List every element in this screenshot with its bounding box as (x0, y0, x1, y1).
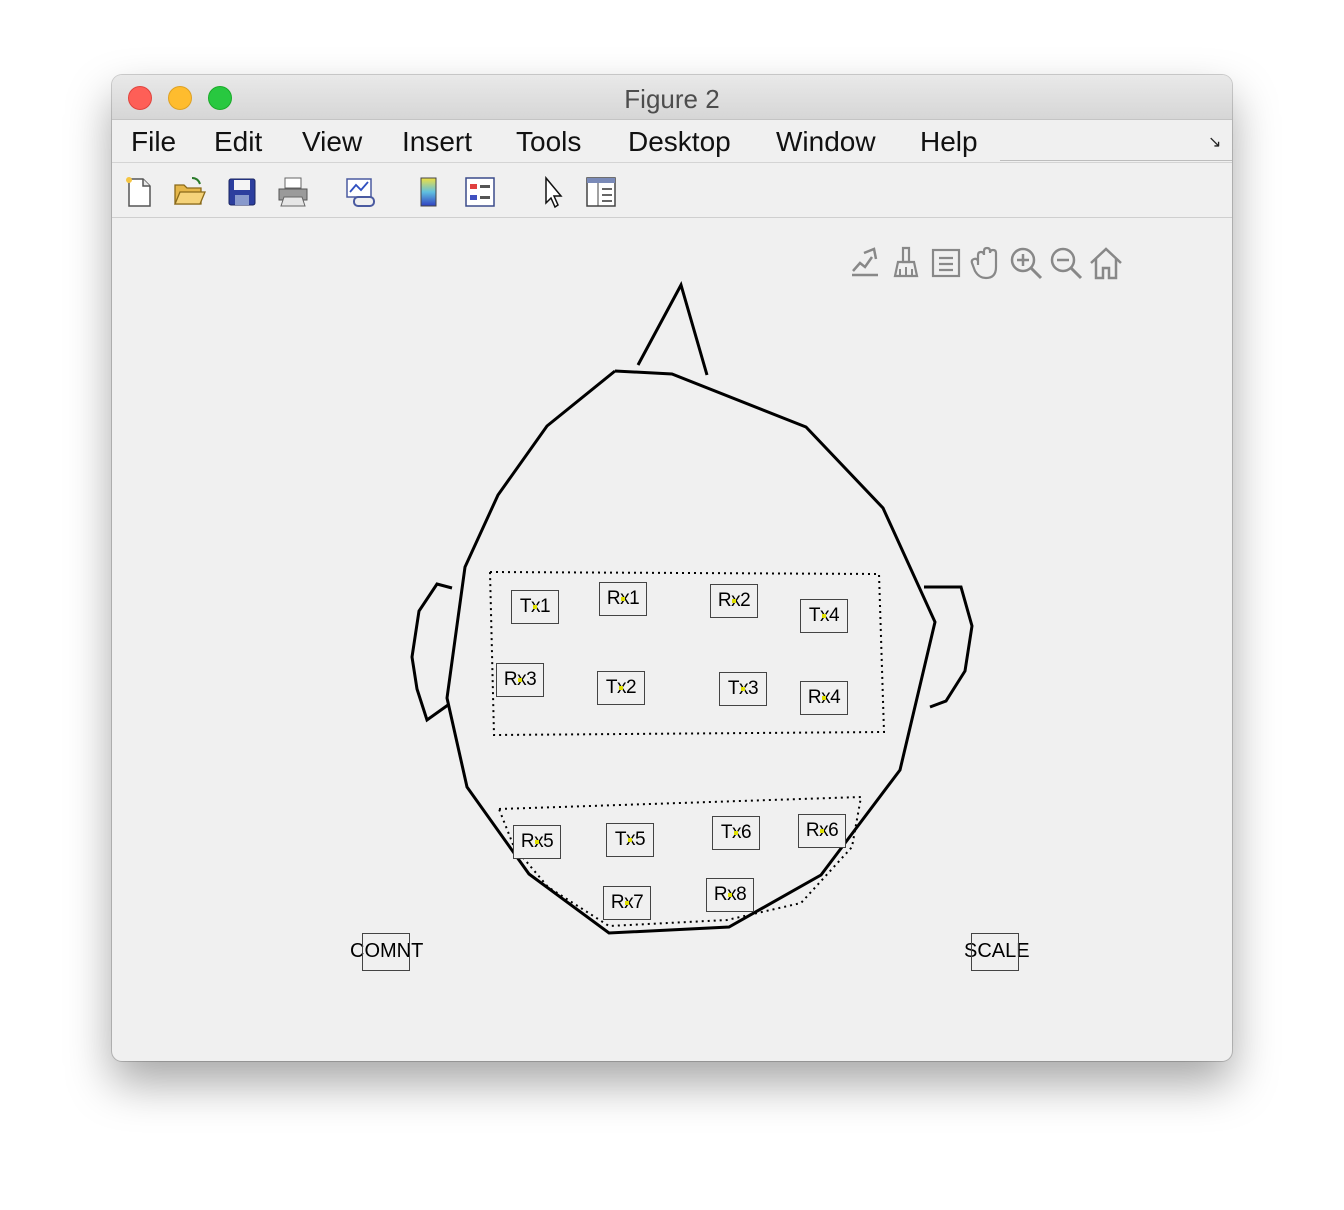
channel-marker (741, 687, 745, 691)
channel-marker (619, 686, 623, 690)
channel-marker (628, 838, 632, 842)
channel-tx2[interactable]: Tx2 (597, 671, 645, 705)
channel-rx7[interactable]: Rx7 (603, 886, 651, 920)
scale-channel[interactable]: SCALE (964, 933, 1030, 971)
channel-rx1[interactable]: Rx1 (599, 582, 647, 616)
channel-tx3[interactable]: Tx3 (719, 672, 767, 706)
channel-marker (732, 599, 736, 603)
channel-rx5[interactable]: Rx5 (513, 825, 561, 859)
channel-marker (621, 597, 625, 601)
channel-marker (728, 893, 732, 897)
channel-marker (820, 829, 824, 833)
channel-marker (518, 678, 522, 682)
nose (636, 281, 709, 376)
channel-tx4[interactable]: Tx4 (800, 599, 848, 633)
channel-tx1[interactable]: Tx1 (511, 590, 559, 624)
channel-tx5[interactable]: Tx5 (606, 823, 654, 857)
right-ear (924, 585, 974, 709)
comnt-box (362, 933, 410, 971)
channel-rx4[interactable]: Rx4 (800, 681, 848, 715)
channel-marker (625, 901, 629, 905)
channel-rx2[interactable]: Rx2 (710, 584, 758, 618)
figure-window: Figure 2 File Edit View Insert Tools Des… (112, 75, 1232, 1061)
channel-rx8[interactable]: Rx8 (706, 878, 754, 912)
channel-marker (822, 696, 826, 700)
channel-tx6[interactable]: Tx6 (712, 816, 760, 850)
comnt-channel[interactable]: COMNT (350, 933, 423, 971)
head-plot (410, 281, 974, 935)
scale-box (971, 933, 1019, 971)
channel-marker (533, 605, 537, 609)
channel-marker (535, 840, 539, 844)
channel-rx3[interactable]: Rx3 (496, 663, 544, 697)
channel-rx6[interactable]: Rx6 (798, 814, 846, 848)
channel-marker (822, 614, 826, 618)
channel-marker (734, 831, 738, 835)
